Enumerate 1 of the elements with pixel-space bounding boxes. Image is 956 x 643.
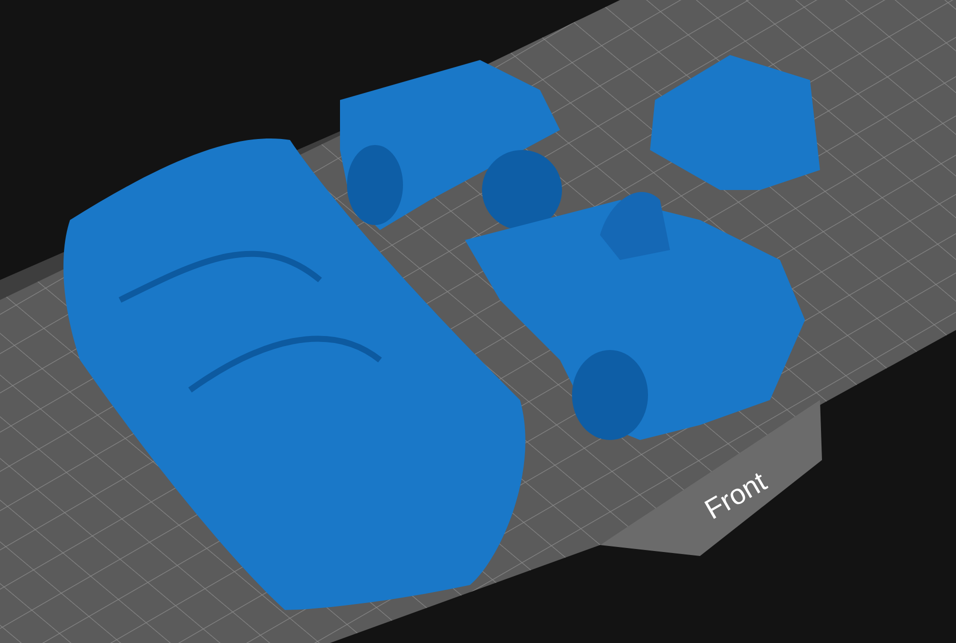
front-label: Front — [700, 466, 772, 526]
